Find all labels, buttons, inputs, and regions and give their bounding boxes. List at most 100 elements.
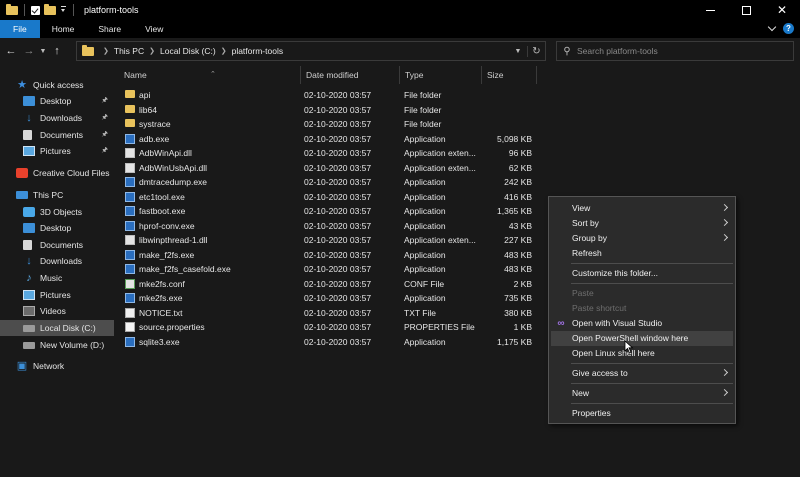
application-icon — [125, 336, 135, 347]
customize-quick-access-dropdown-icon[interactable] — [60, 5, 67, 15]
nav-videos[interactable]: Videos — [0, 303, 114, 319]
nav-downloads[interactable]: ↓ Downloads — [0, 253, 114, 269]
file-row[interactable]: AdbWinUsbApi.dll 02-10-2020 03:57 Applicat… — [124, 161, 544, 176]
nav-new-volume-d[interactable]: New Volume (D:) — [0, 337, 114, 353]
file-row[interactable]: etc1tool.exe 02-10-2020 03:57 Application 4… — [124, 190, 544, 205]
folder-icon — [82, 44, 94, 56]
nav-quick-documents[interactable]: Documents 🖈 — [0, 127, 114, 143]
menu-item-open-visual-studio[interactable]: ∞ Open with Visual Studio — [551, 316, 733, 331]
close-button[interactable]: ✕ — [764, 0, 800, 20]
file-row[interactable]: adb.exe 02-10-2020 03:57 Application 5,098 … — [124, 132, 544, 147]
minimize-button[interactable] — [692, 0, 728, 20]
text-file-icon — [125, 307, 135, 318]
ribbon-tabs: File Home Share View ? — [0, 20, 800, 38]
column-header-name[interactable]: Name ⌃ — [118, 66, 300, 84]
file-type: Application — [404, 133, 446, 144]
help-icon[interactable]: ? — [783, 23, 794, 34]
breadcrumb-this-pc[interactable]: This PC — [114, 46, 144, 56]
file-name: hprof-conv.exe — [139, 220, 195, 231]
tab-home[interactable]: Home — [40, 20, 87, 38]
breadcrumb-local-disk[interactable]: Local Disk (C:) — [160, 46, 216, 56]
search-box[interactable]: ⚲ — [556, 41, 794, 61]
menu-item-new[interactable]: New — [551, 386, 733, 401]
forward-button[interactable]: → — [20, 42, 38, 60]
nav-quick-access[interactable]: ★ Quick access — [0, 77, 114, 93]
tab-share[interactable]: Share — [86, 20, 133, 38]
file-row[interactable]: hprof-conv.exe 02-10-2020 03:57 Applicatio… — [124, 219, 544, 234]
new-folder-quick-access-icon[interactable] — [44, 3, 56, 15]
column-header-type[interactable]: Type — [399, 66, 481, 84]
menu-item-refresh[interactable]: Refresh — [551, 246, 733, 261]
file-date-modified: 02-10-2020 03:57 — [304, 90, 372, 100]
file-row[interactable]: libwinpthread-1.dll 02-10-2020 03:57 Appli… — [124, 233, 544, 248]
documents-icon — [23, 130, 32, 140]
tab-file[interactable]: File — [0, 20, 40, 38]
search-input[interactable] — [577, 46, 777, 56]
back-button[interactable]: ← — [2, 42, 20, 60]
navigation-pane: ★ Quick access Desktop 🖈 ↓ Downloads 🖈 D… — [0, 64, 114, 477]
nav-this-pc[interactable]: This PC — [0, 187, 114, 203]
nav-creative-cloud[interactable]: Creative Cloud Files — [0, 165, 114, 181]
menu-item-give-access[interactable]: Give access to — [551, 366, 733, 381]
menu-item-open-linux-shell[interactable]: Open Linux shell here — [551, 346, 733, 361]
nav-network[interactable]: ▣ Network — [0, 358, 114, 374]
conf-file-icon — [125, 278, 135, 289]
up-button[interactable]: ↑ — [48, 42, 66, 60]
file-row[interactable]: dmtracedump.exe 02-10-2020 03:57 Applicati… — [124, 175, 544, 190]
chevron-right-icon[interactable]: ❯ — [149, 47, 155, 55]
chevron-right-icon[interactable]: ❯ — [103, 47, 109, 55]
file-row[interactable]: api 02-10-2020 03:57 File folder — [124, 88, 544, 103]
address-dropdown-icon[interactable]: ▼ — [509, 48, 527, 55]
nav-quick-pictures[interactable]: Pictures 🖈 — [0, 143, 114, 159]
file-row[interactable]: systrace 02-10-2020 03:57 File folder — [124, 117, 544, 132]
file-row[interactable]: source.properties 02-10-2020 03:57 PROPERT… — [124, 320, 544, 335]
file-row[interactable]: sqlite3.exe 02-10-2020 03:57 Application 1,… — [124, 335, 544, 350]
address-bar[interactable]: ❯ This PC ❯ Local Disk (C:) ❯ platform-t… — [76, 41, 546, 61]
expand-ribbon-chevron-icon[interactable] — [767, 22, 777, 32]
recent-locations-chevron-icon[interactable]: ▼ — [38, 48, 48, 55]
file-row[interactable]: mke2fs.conf 02-10-2020 03:57 CONF File 2 KB — [124, 277, 544, 292]
nav-3d-objects[interactable]: 3D Objects — [0, 204, 114, 220]
column-header-date-modified[interactable]: Date modified — [300, 66, 399, 84]
file-row[interactable]: NOTICE.txt 02-10-2020 03:57 TXT File 380 KB — [124, 306, 544, 321]
file-size: 5,098 KB — [497, 133, 532, 144]
menu-item-group-by[interactable]: Group by — [551, 231, 733, 246]
refresh-icon[interactable]: ↻ — [527, 45, 545, 57]
file-row[interactable]: make_f2fs.exe 02-10-2020 03:57 Application… — [124, 248, 544, 263]
column-divider[interactable] — [536, 66, 537, 84]
menu-item-view[interactable]: View — [551, 201, 733, 216]
file-row[interactable]: mke2fs.exe 02-10-2020 03:57 Application 735… — [124, 291, 544, 306]
maximize-button[interactable] — [728, 0, 764, 20]
videos-icon — [23, 306, 35, 316]
menu-item-properties[interactable]: Properties — [551, 406, 733, 421]
file-type: Application — [404, 177, 446, 187]
nav-label: Music — [40, 273, 63, 283]
file-size: 483 KB — [504, 249, 532, 260]
breadcrumb-platform-tools[interactable]: platform-tools — [232, 46, 284, 56]
file-row[interactable]: AdbWinApi.dll 02-10-2020 03:57 Application… — [124, 146, 544, 161]
menu-item-open-powershell[interactable]: Open PowerShell window here — [551, 331, 733, 346]
nav-documents[interactable]: Documents — [0, 237, 114, 253]
file-row[interactable]: make_f2fs_casefold.exe 02-10-2020 03:57 Ap… — [124, 262, 544, 277]
nav-label: This PC — [33, 190, 64, 200]
chevron-right-icon — [720, 218, 729, 227]
properties-quick-access-icon[interactable] — [31, 5, 40, 15]
tab-view[interactable]: View — [133, 20, 175, 38]
pin-icon: 🖈 — [101, 96, 108, 104]
nav-music[interactable]: ♪ Music — [0, 270, 114, 286]
nav-pictures[interactable]: Pictures — [0, 287, 114, 303]
file-row[interactable]: fastboot.exe 02-10-2020 03:57 Application 1… — [124, 204, 544, 219]
menu-item-sort-by[interactable]: Sort by — [551, 216, 733, 231]
nav-local-disk-c[interactable]: Local Disk (C:) — [0, 320, 114, 336]
file-name: lib64 — [139, 104, 157, 115]
nav-quick-desktop[interactable]: Desktop 🖈 — [0, 93, 114, 109]
file-row[interactable]: lib64 02-10-2020 03:57 File folder — [124, 103, 544, 118]
column-header-size[interactable]: Size — [481, 66, 536, 84]
nav-quick-downloads[interactable]: ↓ Downloads 🖈 — [0, 110, 114, 126]
file-type: CONF File — [404, 278, 445, 289]
dll-file-icon — [125, 162, 135, 173]
menu-item-customize-folder[interactable]: Customize this folder... — [551, 266, 733, 281]
chevron-right-icon[interactable]: ❯ — [221, 47, 227, 55]
file-type: Application — [404, 249, 446, 260]
nav-desktop[interactable]: Desktop — [0, 220, 114, 236]
